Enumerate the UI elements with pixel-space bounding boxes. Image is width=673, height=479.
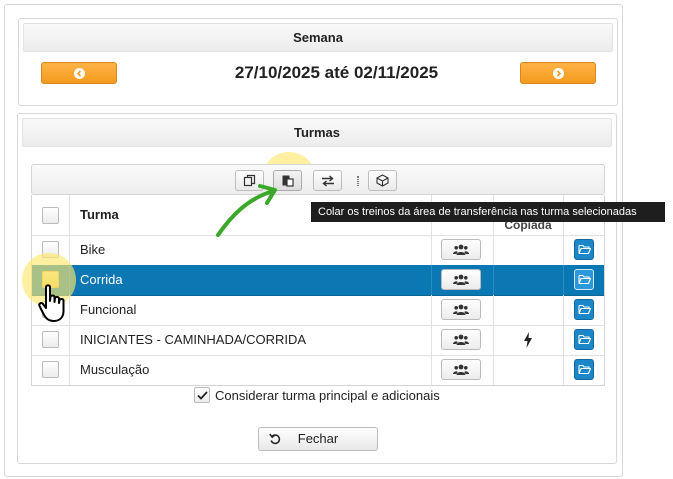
- cube-icon: [376, 174, 389, 187]
- members-button[interactable]: [441, 359, 481, 380]
- users-icon: [453, 244, 469, 255]
- row-name: Corrida: [80, 272, 123, 287]
- cube-button[interactable]: [368, 170, 397, 191]
- users-icon: [453, 364, 469, 375]
- hand-pointer-icon: [38, 284, 65, 322]
- table-row[interactable]: Bike: [32, 235, 604, 266]
- users-icon: [453, 334, 469, 345]
- bolt-icon: [524, 332, 532, 348]
- open-folder-button[interactable]: [574, 359, 594, 380]
- members-button[interactable]: [441, 269, 481, 290]
- exchange-icon: [321, 174, 334, 187]
- next-week-button[interactable]: [520, 62, 596, 84]
- toolbar-separator: [357, 176, 359, 186]
- users-icon: [453, 304, 469, 315]
- arrow-right-icon: [552, 67, 564, 79]
- week-panel-header: Semana: [23, 23, 613, 52]
- folder-open-icon: [577, 274, 591, 285]
- users-icon: [453, 274, 469, 285]
- members-button[interactable]: [441, 299, 481, 320]
- folder-open-icon: [577, 244, 591, 255]
- row-checkbox[interactable]: [42, 331, 59, 348]
- close-button-label: Fechar: [297, 431, 339, 446]
- row-name: Musculação: [80, 362, 150, 377]
- transfer-button[interactable]: [313, 170, 342, 191]
- members-button[interactable]: [441, 239, 481, 260]
- checkmark-icon: [196, 390, 208, 400]
- row-name: Funcional: [80, 302, 137, 317]
- open-folder-button[interactable]: [574, 239, 594, 260]
- row-checkbox[interactable]: [42, 361, 59, 378]
- members-button[interactable]: [441, 329, 481, 350]
- open-folder-button[interactable]: [574, 269, 594, 290]
- table-row[interactable]: Funcional: [32, 295, 604, 326]
- classes-panel-header: Turmas: [22, 118, 612, 147]
- consider-checkbox[interactable]: [194, 387, 210, 403]
- close-button[interactable]: Fechar: [258, 427, 378, 451]
- open-folder-button[interactable]: [574, 329, 594, 350]
- consider-label: Considerar turma principal e adicionais: [215, 387, 440, 403]
- open-folder-button[interactable]: [574, 299, 594, 320]
- select-all-checkbox[interactable]: [42, 207, 59, 224]
- consider-option: Considerar turma principal e adicionais: [194, 386, 440, 404]
- green-arrow-annotation: [216, 184, 277, 237]
- row-name: Bike: [80, 242, 106, 257]
- paste-tooltip: Colar os treinos da área de transferênci…: [311, 202, 665, 222]
- column-header-turma: Turma: [80, 207, 119, 222]
- table-row[interactable]: INICIANTES - CAMINHADA/CORRIDA: [32, 325, 604, 356]
- folder-open-icon: [577, 364, 591, 375]
- table-row-selected[interactable]: Corrida: [32, 265, 604, 296]
- row-name: INICIANTES - CAMINHADA/CORRIDA: [80, 332, 307, 347]
- classes-toolbar: [31, 164, 605, 195]
- folder-open-icon: [577, 304, 591, 315]
- table-row[interactable]: Musculação: [32, 355, 604, 385]
- classes-table: Turma Copiada Bike Corrida Funcional INI…: [31, 195, 605, 386]
- folder-open-icon: [577, 334, 591, 345]
